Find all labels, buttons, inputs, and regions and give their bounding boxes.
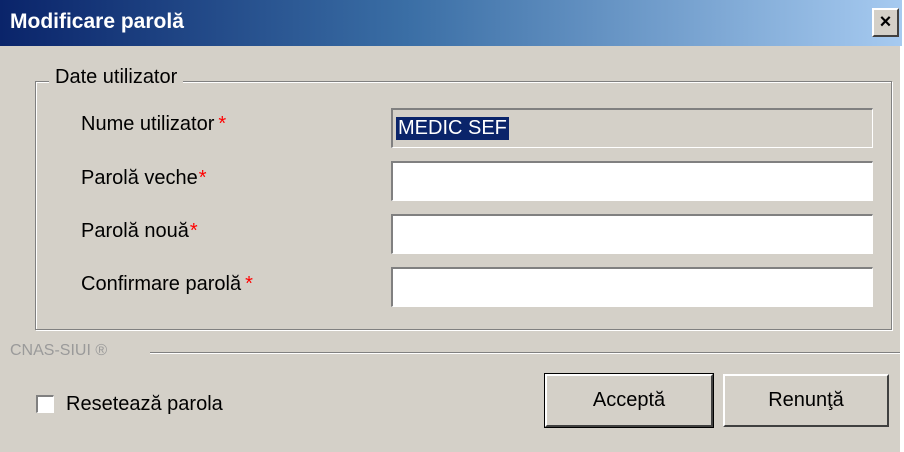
change-password-dialog: Modificare parolă × Date utilizator Nume… — [0, 0, 902, 452]
footer-divider — [150, 352, 900, 354]
title-bar[interactable]: Modificare parolă × — [0, 0, 902, 46]
username-label: Nume utilizator * — [81, 113, 227, 135]
reset-password-checkbox[interactable] — [36, 395, 54, 413]
username-field[interactable]: MEDIC SEF — [391, 108, 873, 148]
old-password-field[interactable] — [391, 161, 873, 201]
old-password-label: Parolă veche* — [81, 167, 207, 189]
window-title: Modificare parolă — [10, 10, 184, 33]
required-marker: * — [189, 220, 198, 242]
accept-button[interactable]: Acceptă — [544, 373, 714, 428]
reset-password-label[interactable]: Resetează parola — [66, 393, 223, 416]
groupbox-legend: Date utilizator — [49, 66, 184, 89]
required-marker: * — [198, 167, 207, 189]
confirm-password-field[interactable] — [391, 267, 873, 307]
new-password-field[interactable] — [391, 214, 873, 254]
required-marker: * — [218, 113, 227, 135]
close-button[interactable]: × — [872, 8, 899, 37]
confirm-password-label: Confirmare parolă * — [81, 273, 253, 295]
close-icon: × — [879, 11, 892, 33]
new-password-label: Parolă nouă* — [81, 220, 198, 242]
required-marker: * — [245, 273, 253, 295]
brand-label: CNAS-SIUI ® — [10, 342, 116, 360]
cancel-button[interactable]: Renunţă — [723, 374, 889, 427]
username-value: MEDIC SEF — [396, 117, 509, 140]
